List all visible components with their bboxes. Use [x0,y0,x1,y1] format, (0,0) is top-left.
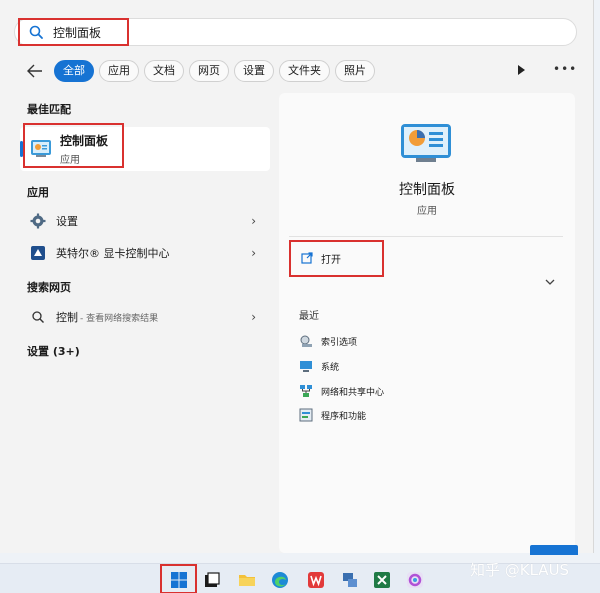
open-button[interactable]: 打开 [291,243,381,273]
control-panel-icon [31,140,51,157]
recent-item-system[interactable]: 系统 [299,356,339,376]
app-item-intel-graphics[interactable]: 英特尔® 显卡控制中心 › [20,240,270,266]
file-explorer-icon[interactable] [238,571,256,589]
app-item-label: 设置 [56,215,78,228]
wps-icon[interactable] [307,571,325,589]
filter-chip-all[interactable]: 全部 [54,60,94,82]
search-icon [30,309,46,325]
detail-subtitle: 应用 [417,206,437,217]
web-search-query: 控制 [56,311,78,324]
recent-item-programs[interactable]: 程序和功能 [299,405,366,425]
best-match-name: 控制面板 [60,134,109,148]
network-app-icon[interactable] [341,571,359,589]
filter-chip-settings[interactable]: 设置 [234,60,274,82]
open-button-label: 打开 [321,254,341,266]
network-icon [300,385,312,397]
panel-scroll-thumb[interactable] [530,545,578,555]
detail-title: 控制面板 [399,182,455,198]
recent-item-indexing[interactable]: 索引选项 [299,331,357,351]
divider [289,236,563,237]
recent-item-label: 索引选项 [321,337,358,348]
web-search-item[interactable]: 控制 - 查看网络搜索结果 › [20,304,270,330]
app-item-label: 英特尔® 显卡控制中心 [56,247,170,260]
more-options-icon[interactable]: ••• [553,62,577,76]
search-input[interactable] [53,25,453,39]
recent-item-label: 网络和共享中心 [321,387,385,398]
gear-icon [30,213,46,229]
edge-icon[interactable] [271,571,289,589]
search-icon [27,23,45,41]
recent-item-label: 系统 [321,362,340,373]
recent-title: 最近 [299,311,319,322]
filter-chip-web[interactable]: 网页 [189,60,229,82]
best-match-item[interactable]: 控制面板 应用 [20,127,270,171]
section-title-web: 搜索网页 [27,281,71,294]
chevron-right-icon[interactable]: › [251,214,256,228]
task-view-icon[interactable] [203,571,221,589]
selection-indicator [20,141,23,157]
excel-icon[interactable] [373,571,391,589]
copilot-icon[interactable] [406,571,424,589]
search-box[interactable] [14,18,577,46]
intel-graphics-icon [30,245,46,261]
best-match-type: 应用 [60,155,80,166]
open-external-icon [301,252,313,264]
section-title-apps: 应用 [27,186,49,199]
app-item-settings[interactable]: 设置 › [20,208,270,234]
control-panel-large-icon [401,124,451,162]
chevron-right-icon[interactable]: › [251,246,256,260]
section-title-settings[interactable]: 设置 (3+) [27,343,80,359]
filter-chip-folders[interactable]: 文件夹 [279,60,330,82]
play-more-filters-icon[interactable] [513,62,529,78]
filter-bar: 全部 应用 文档 网页 设置 文件夹 照片 [24,59,380,83]
filter-chip-photos[interactable]: 照片 [335,60,375,82]
search-panel: 全部 应用 文档 网页 设置 文件夹 照片 ••• 最佳匹配 控制面板 应用 [0,0,594,555]
watermark: 知乎 @KLAUS [470,561,570,579]
section-title-best-match: 最佳匹配 [27,103,71,116]
programs-icon [299,408,313,422]
chevron-down-icon[interactable] [545,276,555,289]
detail-panel: 控制面板 应用 打开 最近 索引选项 系统 网络和共享中心 程序和功能 [279,93,575,553]
filter-chip-apps[interactable]: 应用 [99,60,139,82]
indexing-icon [300,335,312,347]
recent-item-label: 程序和功能 [321,411,367,422]
filter-chip-documents[interactable]: 文档 [144,60,184,82]
chevron-right-icon[interactable]: › [251,310,256,324]
recent-item-network[interactable]: 网络和共享中心 [299,381,384,401]
back-arrow-icon[interactable] [24,60,46,82]
system-icon [300,361,312,372]
web-search-hint: - 查看网络搜索结果 [80,313,159,324]
windows-start-icon[interactable] [170,571,188,589]
